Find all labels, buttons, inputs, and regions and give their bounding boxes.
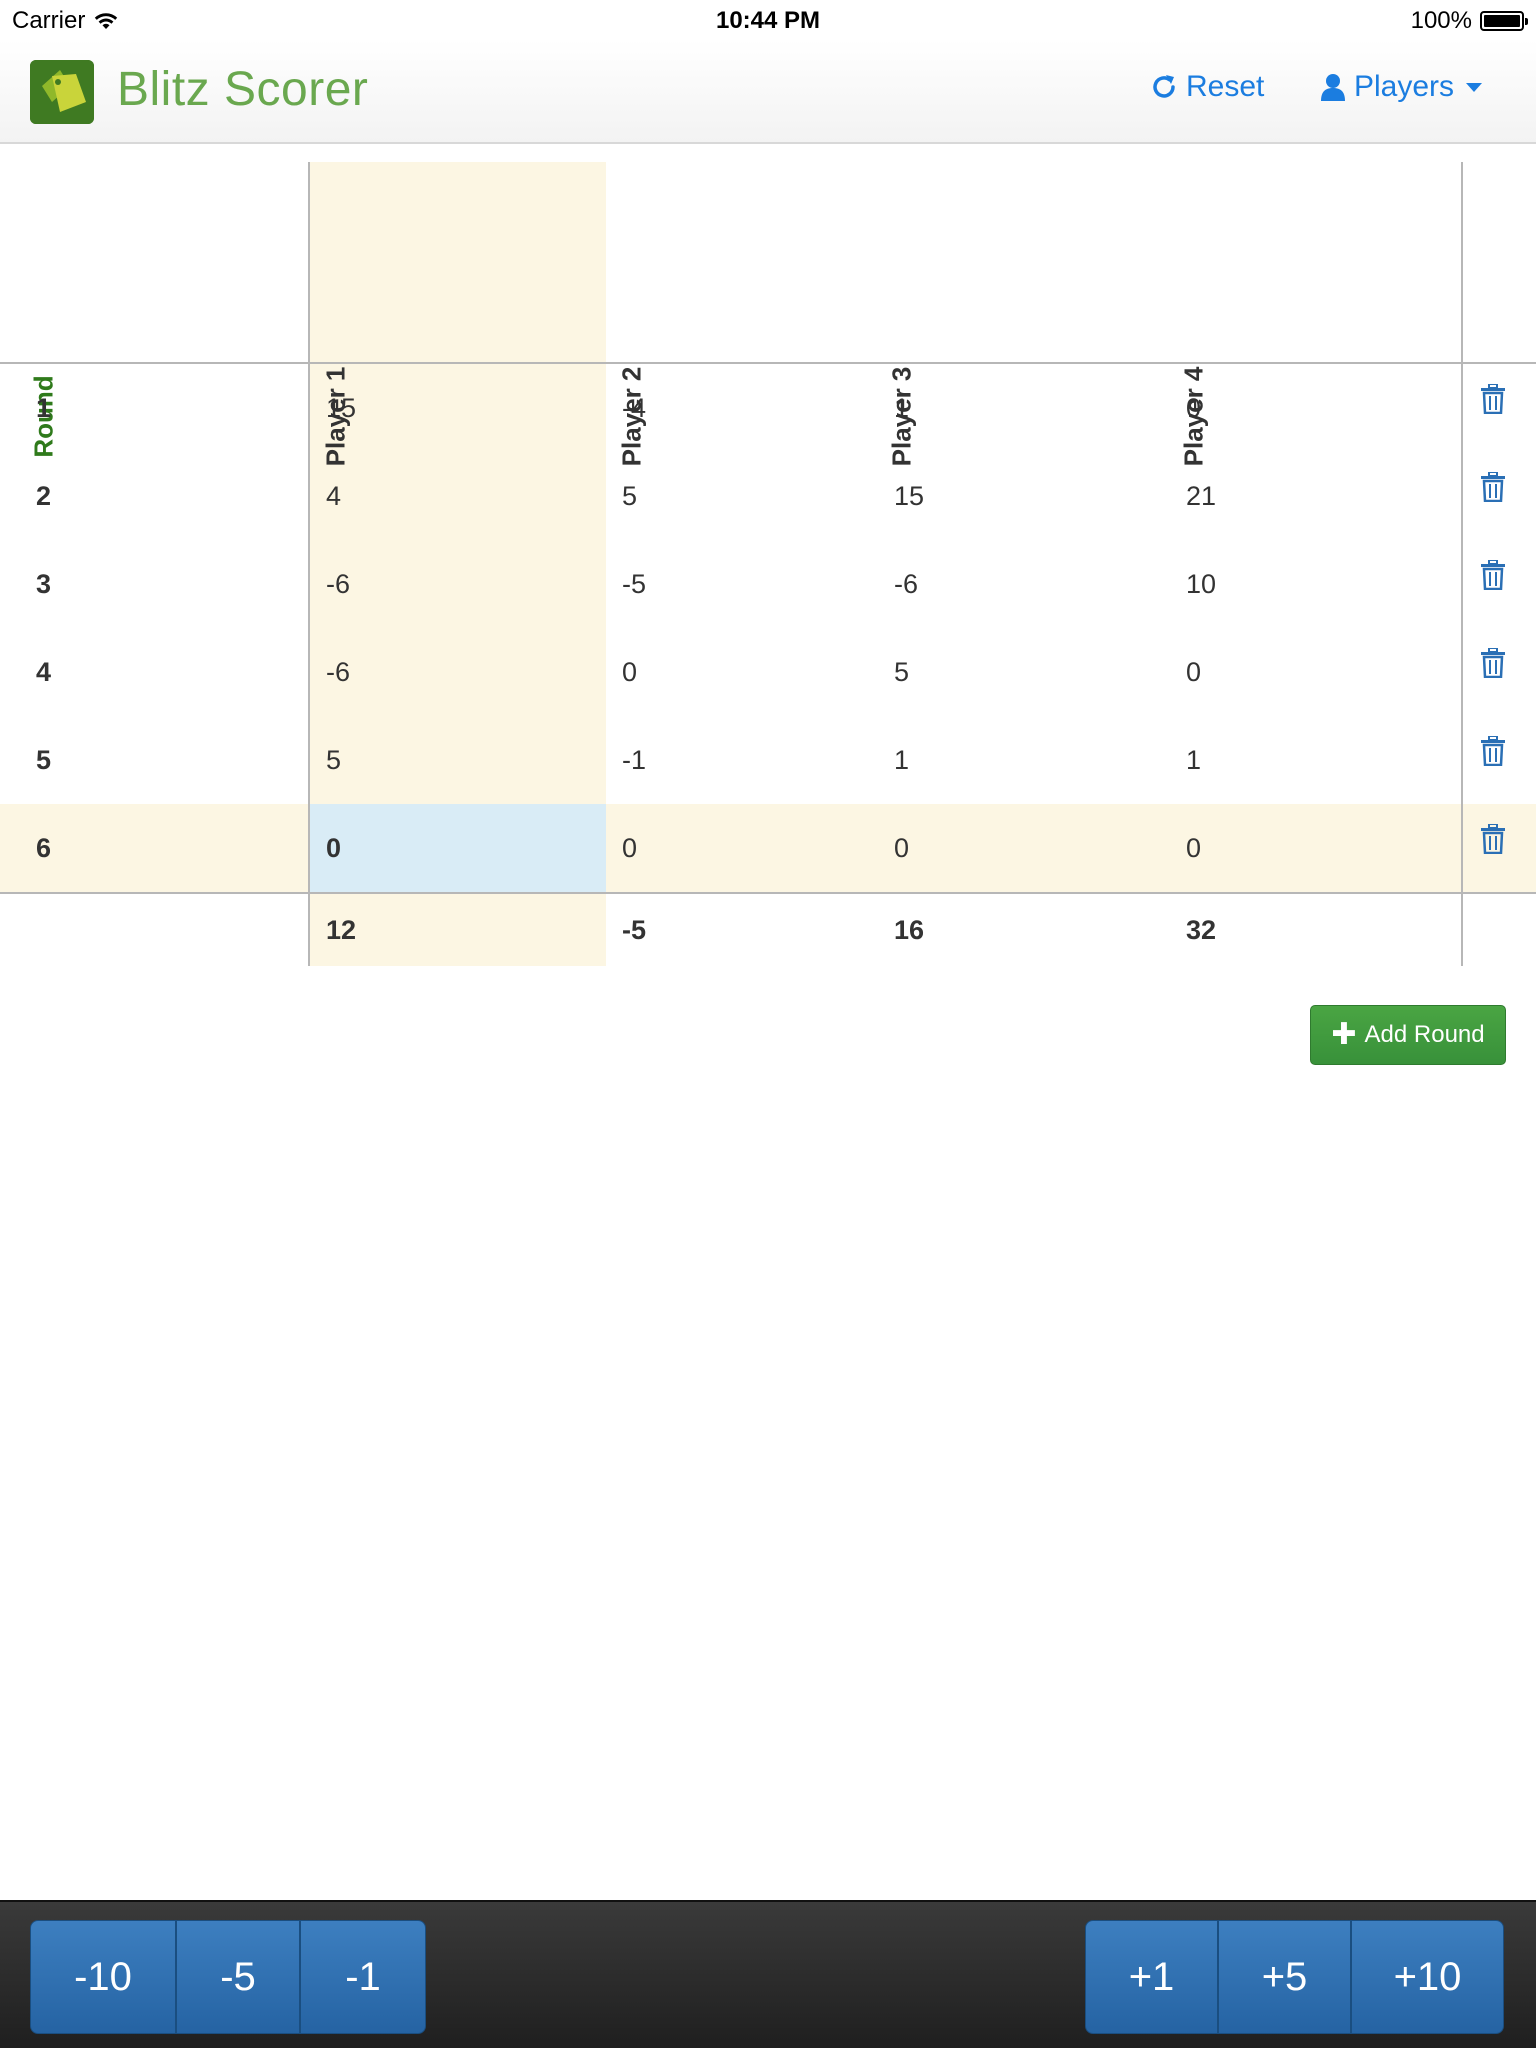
increment-button-group: +1 +5 +10 [1085,1920,1504,2034]
navbar: Blitz Scorer Reset Players [0,40,1536,144]
score-cell[interactable]: 15 [326,364,356,452]
score-cell[interactable]: 4 [326,452,341,540]
minus-10-button[interactable]: -10 [30,1920,176,2034]
trash-icon[interactable] [1480,736,1506,766]
round-number: 2 [36,481,52,511]
total-score: 32 [1186,915,1217,945]
score-cell[interactable]: 5 [894,628,909,716]
score-cell[interactable]: 0 [894,804,909,892]
trash-icon[interactable] [1480,384,1506,414]
round-number: 4 [36,657,52,687]
score-cell[interactable]: -6 [326,628,350,716]
score-cell[interactable]: 1 [894,364,909,452]
reset-label: Reset [1186,70,1265,103]
refresh-icon [1153,75,1175,98]
battery-icon [1480,11,1528,31]
score-cell[interactable]: 1 [1186,716,1201,804]
score-cell[interactable]: -5 [622,540,646,628]
column-divider [308,162,310,966]
players-label: Players [1354,70,1455,103]
add-round-button[interactable]: ✚ Add Round [1310,1005,1506,1065]
plus-1-button[interactable]: +1 [1085,1920,1218,2034]
totals-divider [0,892,1536,894]
battery-indicator: 100% [1410,7,1528,35]
score-cell[interactable]: 5 [622,452,637,540]
reset-button[interactable]: Reset [1150,70,1264,104]
score-cell[interactable]: 10 [1186,540,1216,628]
score-cell[interactable]: 0 [1186,628,1201,716]
header-divider [0,362,1536,364]
score-table: Round Player 1 Player 2 Player 3 Player … [0,162,1536,1002]
decrement-button-group: -10 -5 -1 [30,1920,426,2034]
round-number: 3 [36,569,52,599]
plus-icon: ✚ [1331,1018,1357,1051]
selected-row-highlight [0,804,1536,892]
score-cell[interactable]: 5 [326,716,341,804]
trash-icon[interactable] [1480,824,1506,854]
round-number: 1 [36,393,52,423]
active-cell-highlight [309,804,606,892]
column-divider [1461,162,1463,966]
trash-icon[interactable] [1480,648,1506,678]
score-cell[interactable]: 0 [622,628,637,716]
score-cell[interactable]: 1 [894,716,909,804]
score-cell[interactable]: 21 [1186,452,1216,540]
trash-icon[interactable] [1480,472,1506,502]
score-cell[interactable]: 0 [1186,364,1201,452]
chevron-down-icon [1466,82,1483,92]
score-cell[interactable]: 0 [622,804,637,892]
status-bar: Carrier 10:44 PM 100% [0,0,1536,40]
score-cell[interactable]: -6 [326,540,350,628]
total-score: 12 [326,915,357,945]
trash-icon[interactable] [1480,560,1506,590]
plus-5-button[interactable]: +5 [1218,1920,1351,2034]
round-number: 5 [36,745,52,775]
minus-1-button[interactable]: -1 [300,1920,426,2034]
score-cell[interactable]: -6 [894,540,918,628]
plus-10-button[interactable]: +10 [1351,1920,1504,2034]
clock: 10:44 PM [715,7,821,34]
round-number: 6 [36,833,52,863]
score-cell[interactable]: 15 [894,452,924,540]
battery-label: 100% [1410,7,1472,34]
players-dropdown[interactable]: Players [1320,70,1483,104]
app-logo-icon[interactable] [30,60,94,124]
score-adjust-toolbar: -10 -5 -1 +1 +5 +10 [0,1900,1536,2048]
score-cell[interactable]: -4 [622,364,646,452]
add-round-label: Add Round [1364,1021,1485,1048]
score-cell[interactable]: -1 [622,716,646,804]
total-score: -5 [622,915,647,945]
score-cell[interactable]: 0 [1186,804,1201,892]
app-title: Blitz Scorer [117,63,369,116]
user-icon [1321,74,1345,101]
minus-5-button[interactable]: -5 [176,1920,300,2034]
score-cell-active[interactable]: 0 [326,804,341,892]
total-score: 16 [894,915,925,945]
